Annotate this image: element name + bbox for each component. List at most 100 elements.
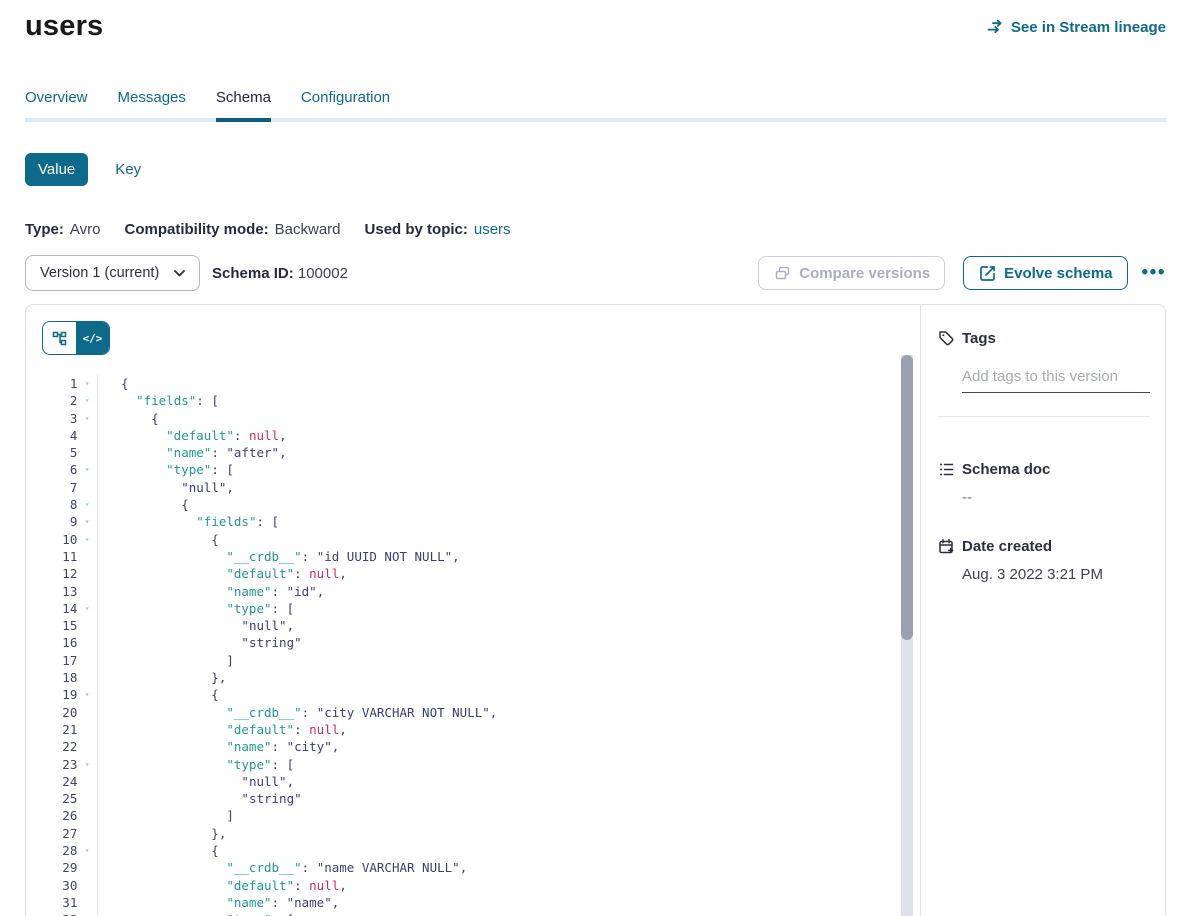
code-line: 2▾ "fields": [ <box>42 392 920 409</box>
tab-configuration[interactable]: Configuration <box>301 89 390 118</box>
line-number: 11 <box>42 548 77 565</box>
fold-toggle-icon[interactable]: ▾ <box>77 461 97 478</box>
code-line: 18 }, <box>42 669 920 686</box>
line-number: 19 <box>42 686 77 703</box>
code-line-text: "name": "city", <box>98 738 339 755</box>
line-number: 26 <box>42 807 77 824</box>
schema-doc-section: Schema doc -- <box>937 460 1150 506</box>
code-line: 5 "name": "after", <box>42 444 920 461</box>
fold-toggle-icon[interactable]: ▾ <box>77 531 97 548</box>
fold-toggle-icon[interactable]: ▾ <box>77 911 97 916</box>
evolve-schema-label: Evolve schema <box>1004 265 1112 282</box>
fold-toggle-icon[interactable]: ▾ <box>77 600 97 617</box>
see-in-stream-lineage-link[interactable]: See in Stream lineage <box>986 18 1166 36</box>
line-number: 15 <box>42 617 77 634</box>
code-line: 16 "string" <box>42 634 920 651</box>
code-line-text: "__crdb__": "id UUID NOT NULL", <box>98 548 460 565</box>
line-number: 21 <box>42 721 77 738</box>
line-number: 27 <box>42 825 77 842</box>
fold-spacer <box>77 652 97 669</box>
code-view-button[interactable]: </> <box>76 322 109 354</box>
line-number: 5 <box>42 444 77 461</box>
code-line: 32▾ "type": [ <box>42 911 920 916</box>
fold-spacer <box>77 583 97 600</box>
topic-link[interactable]: users <box>474 221 511 238</box>
code-line-text: "default": null, <box>98 565 347 582</box>
fold-toggle-icon[interactable]: ▾ <box>77 513 97 530</box>
schema-id-label: Schema ID: <box>212 265 294 282</box>
line-number: 9 <box>42 513 77 530</box>
schema-card: </> 1▾{2▾ "fields": [3▾ {4 "default": nu… <box>25 304 1166 916</box>
version-select[interactable]: Version 1 (current) <box>25 255 200 291</box>
code-line: 31 "name": "name", <box>42 894 920 911</box>
tab-messages[interactable]: Messages <box>118 89 186 118</box>
code-line: 19▾ { <box>42 686 920 703</box>
line-number: 4 <box>42 427 77 444</box>
fold-toggle-icon[interactable]: ▾ <box>77 392 97 409</box>
tree-view-button[interactable] <box>43 322 76 354</box>
version-controls-row: Version 1 (current) Schema ID: 100002 Co… <box>25 255 1166 291</box>
evolve-schema-button[interactable]: Evolve schema <box>963 256 1127 290</box>
stream-lineage-icon <box>986 18 1004 36</box>
code-line-text: { <box>98 375 129 392</box>
code-line-text: { <box>98 496 189 513</box>
fold-spacer <box>77 790 97 807</box>
code-line: 7 "null", <box>42 479 920 496</box>
add-tags-input[interactable] <box>962 368 1150 393</box>
code-line-text: "__crdb__": "city VARCHAR NOT NULL", <box>98 704 497 721</box>
fold-spacer <box>77 773 97 790</box>
line-number: 30 <box>42 877 77 894</box>
code-line: 17 ] <box>42 652 920 669</box>
fold-spacer <box>77 738 97 755</box>
line-number: 17 <box>42 652 77 669</box>
fold-spacer <box>77 444 97 461</box>
code-line-text: "null", <box>98 773 294 790</box>
fold-spacer <box>77 669 97 686</box>
compatibility-value: Backward <box>275 221 341 238</box>
line-number: 22 <box>42 738 77 755</box>
value-toggle-button[interactable]: Value <box>25 153 88 186</box>
date-created-section: Date created Aug. 3 2022 3:21 PM <box>937 537 1150 583</box>
fold-toggle-icon[interactable]: ▾ <box>77 686 97 703</box>
fold-toggle-icon[interactable]: ▾ <box>77 410 97 427</box>
line-number: 1 <box>42 375 77 392</box>
tab-schema[interactable]: Schema <box>216 89 271 118</box>
tab-overview[interactable]: Overview <box>25 89 88 118</box>
code-line-text: { <box>98 842 219 859</box>
lineage-link-label: See in Stream lineage <box>1011 19 1166 36</box>
schema-page: users See in Stream lineage Overview Mes… <box>0 0 1189 916</box>
line-number: 13 <box>42 583 77 600</box>
sidebar-divider <box>937 416 1150 417</box>
code-line-text: { <box>98 686 219 703</box>
more-options-button[interactable]: ••• <box>1142 268 1166 278</box>
fold-spacer <box>77 825 97 842</box>
fold-toggle-icon[interactable]: ▾ <box>77 496 97 513</box>
fold-toggle-icon[interactable]: ▾ <box>77 842 97 859</box>
compare-versions-button[interactable]: Compare versions <box>758 256 945 290</box>
code-line-text: "default": null, <box>98 721 347 738</box>
line-number: 32 <box>42 911 77 916</box>
code-line: 3▾ { <box>42 410 920 427</box>
schema-code-viewer[interactable]: 1▾{2▾ "fields": [3▾ {4 "default": null,5… <box>42 375 920 916</box>
code-scrollbar-thumb[interactable] <box>901 355 913 640</box>
page-title: users <box>25 10 103 43</box>
fold-toggle-icon[interactable]: ▾ <box>77 375 97 392</box>
code-scrollbar-track[interactable] <box>901 355 913 916</box>
fold-spacer <box>77 807 97 824</box>
edit-icon <box>978 264 996 282</box>
schema-code-panel: </> 1▾{2▾ "fields": [3▾ {4 "default": nu… <box>26 305 921 916</box>
key-toggle-button[interactable]: Key <box>115 161 141 178</box>
line-number: 6 <box>42 461 77 478</box>
code-lines: 1▾{2▾ "fields": [3▾ {4 "default": null,5… <box>42 375 920 916</box>
line-number: 29 <box>42 859 77 876</box>
line-number: 8 <box>42 496 77 513</box>
code-line-text: "name": "id", <box>98 583 324 600</box>
code-line-text: { <box>98 410 159 427</box>
line-number: 20 <box>42 704 77 721</box>
code-line: 29 "__crdb__": "name VARCHAR NULL", <box>42 859 920 876</box>
code-line: 20 "__crdb__": "city VARCHAR NOT NULL", <box>42 704 920 721</box>
fold-toggle-icon[interactable]: ▾ <box>77 756 97 773</box>
code-line-text: "default": null, <box>98 427 287 444</box>
code-line: 24 "null", <box>42 773 920 790</box>
code-line: 22 "name": "city", <box>42 738 920 755</box>
